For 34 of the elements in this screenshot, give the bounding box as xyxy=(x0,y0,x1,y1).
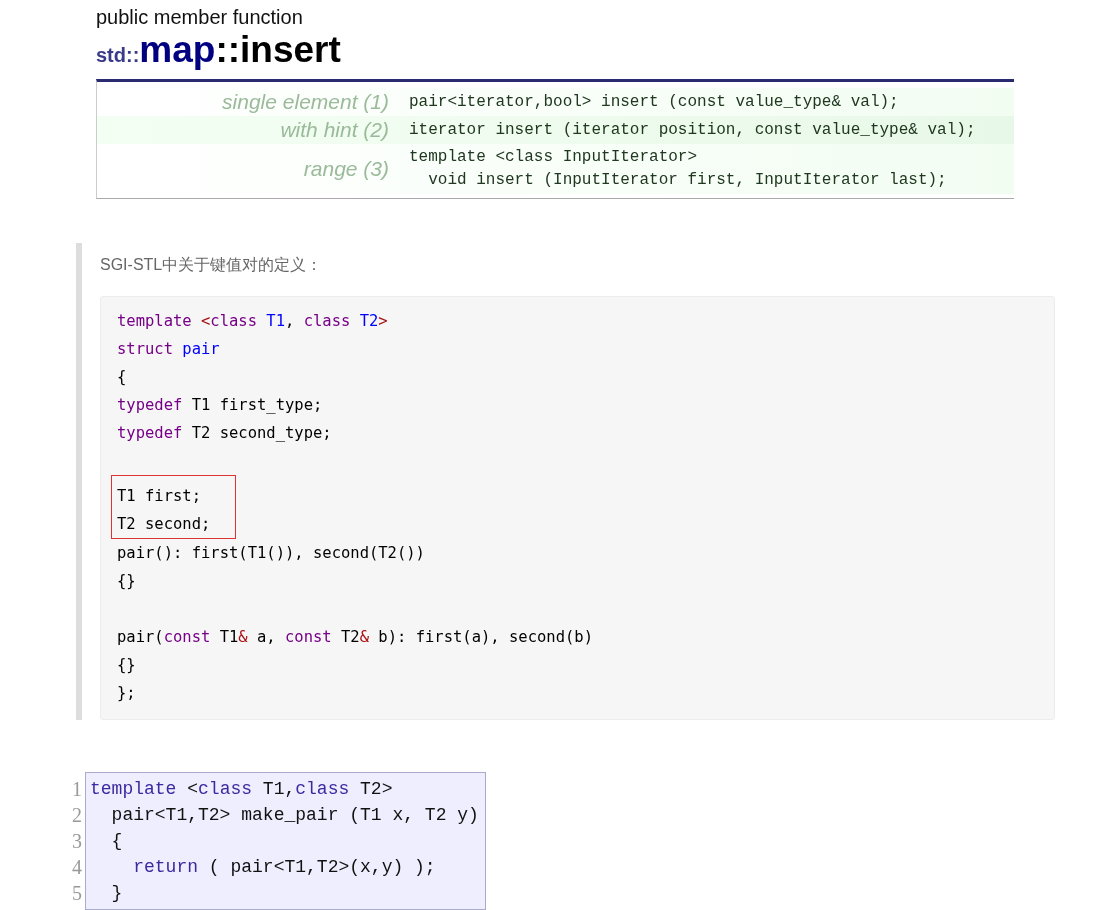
signature-code: void insert (InputIterator first, InputIterator last); xyxy=(427,171,947,189)
code-line: struct pair xyxy=(117,339,221,360)
line-number: 2 xyxy=(72,803,82,828)
code-line: }; xyxy=(117,683,137,704)
member-kind: public member function xyxy=(96,6,304,29)
code-line: return ( pair<T1,T2>(x,y) ); xyxy=(132,856,437,879)
line-number: 4 xyxy=(72,855,82,880)
code-line: T1 first; xyxy=(117,486,202,507)
code-line: { xyxy=(110,830,124,853)
overload-label: range (3) xyxy=(302,157,389,181)
overload-label: single element (1) xyxy=(221,90,389,114)
code-line: typedef T2 second_type; xyxy=(117,423,333,444)
code-line: {} xyxy=(117,655,137,676)
code-line: template <class T1,class T2> xyxy=(90,778,394,801)
code-line: {} xyxy=(117,571,137,592)
signature-code: template <class InputIterator> xyxy=(409,148,698,166)
member-name: ::insert xyxy=(215,29,341,71)
code-line: typedef T1 first_type; xyxy=(117,395,324,416)
code-line: template <class T1, class T2> xyxy=(117,311,389,332)
code-line: pair(): first(T1()), second(T2()) xyxy=(117,543,426,564)
code-line: T2 second; xyxy=(117,514,212,535)
line-number: 5 xyxy=(72,881,82,906)
signature-code: pair<iterator,bool> insert (const value_type& val); xyxy=(409,92,899,111)
caption-text: SGI-STL中关于键值对的定义： xyxy=(100,255,324,275)
namespace-prefix: std:: xyxy=(96,44,140,67)
code-line: pair<T1,T2> make_pair (T1 x, T2 y) xyxy=(110,804,479,827)
overload-label: with hint (2) xyxy=(279,118,389,142)
class-name: map xyxy=(139,29,216,71)
code-line: pair(const T1& a, const T2& b): first(a), second(b) xyxy=(117,627,594,648)
code-line: { xyxy=(117,367,128,388)
line-number: 3 xyxy=(72,829,82,854)
line-number: 1 xyxy=(72,777,82,802)
signature-code: iterator insert (iterator position, const value_type& val); xyxy=(409,120,976,139)
code-line: } xyxy=(110,882,124,905)
